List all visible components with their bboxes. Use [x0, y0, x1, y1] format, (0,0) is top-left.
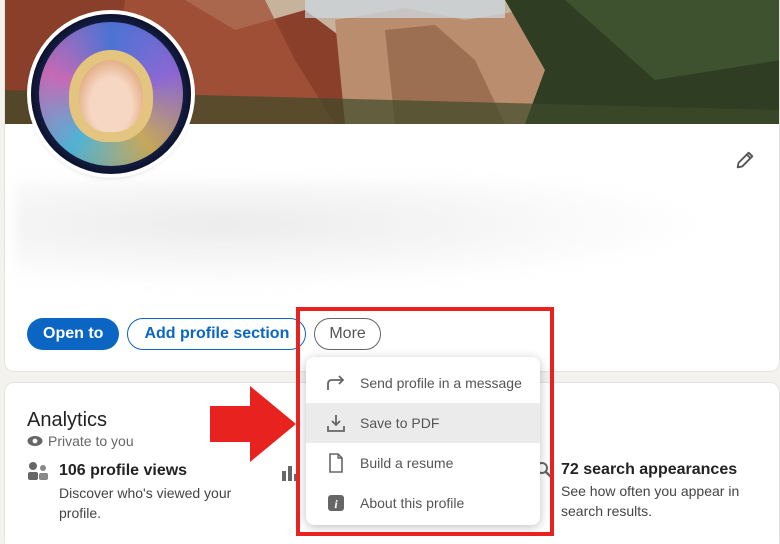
- edit-profile-button[interactable]: [729, 144, 761, 176]
- people-icon: [28, 462, 48, 480]
- eye-icon: [27, 436, 43, 446]
- annotation-arrow-icon: [210, 386, 296, 462]
- search-appearances-count: 72 search appearances: [561, 461, 738, 478]
- profile-views-desc-2: profile.: [59, 505, 102, 521]
- avatar-photo: [69, 50, 153, 142]
- pencil-icon: [736, 151, 754, 169]
- profile-views-count: 106 profile views: [59, 462, 188, 479]
- privacy-label: Private to you: [48, 433, 134, 449]
- add-profile-section-button[interactable]: Add profile section: [127, 318, 307, 350]
- privacy-note: Private to you: [27, 433, 134, 449]
- annotation-highlight-box: [296, 307, 554, 536]
- page: Open to Add profile section More Analyti…: [0, 0, 780, 544]
- profile-views-desc-1: Discover who's viewed your: [59, 485, 232, 501]
- stat-search-appearances[interactable]: 72 search appearances See how often you …: [535, 461, 775, 521]
- analytics-title: Analytics: [27, 409, 108, 431]
- profile-avatar[interactable]: [31, 14, 191, 174]
- open-to-button[interactable]: Open to: [27, 318, 120, 350]
- search-appearances-desc-2: search results.: [561, 503, 653, 519]
- search-appearances-desc-1: See how often you appear in: [561, 483, 740, 499]
- stat-profile-views[interactable]: 106 profile views Discover who's viewed …: [27, 461, 267, 523]
- blurred-profile-info: [15, 180, 715, 290]
